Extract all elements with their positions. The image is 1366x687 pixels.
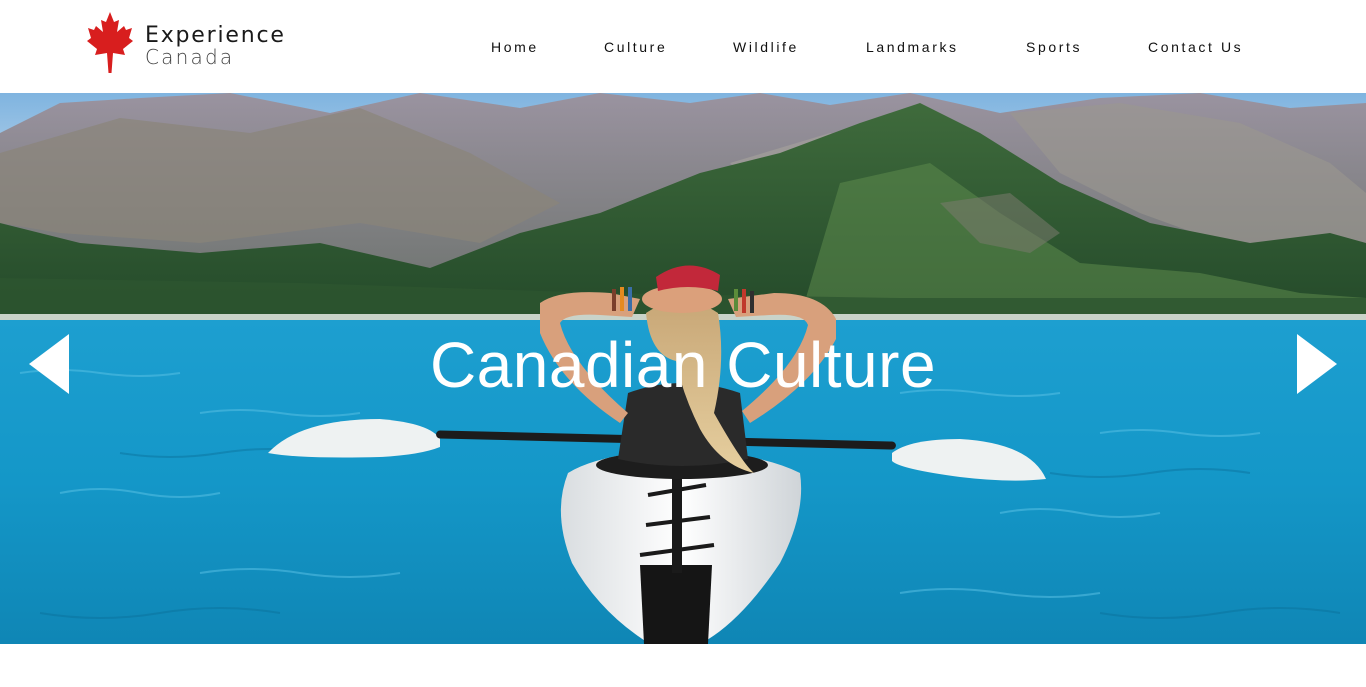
hero-carousel: Canadian Culture (0, 93, 1366, 644)
page-content-area (0, 644, 1366, 687)
nav-landmarks[interactable]: Landmarks (866, 38, 959, 56)
nav-home[interactable]: Home (491, 38, 539, 56)
triangle-left-icon (29, 334, 69, 394)
nav-wildlife[interactable]: Wildlife (733, 38, 799, 56)
site-header: Experience Canada Home Culture Wildlife … (0, 0, 1366, 93)
nav-culture[interactable]: Culture (604, 38, 667, 56)
carousel-next-button[interactable] (1295, 334, 1337, 394)
triangle-right-icon (1297, 334, 1337, 394)
hero-title: Canadian Culture (429, 329, 937, 401)
main-nav: Home Culture Wildlife Landmarks Sports C… (0, 38, 1366, 56)
nav-sports[interactable]: Sports (1026, 38, 1082, 56)
nav-contact-us[interactable]: Contact Us (1148, 38, 1243, 56)
carousel-prev-button[interactable] (29, 334, 71, 394)
